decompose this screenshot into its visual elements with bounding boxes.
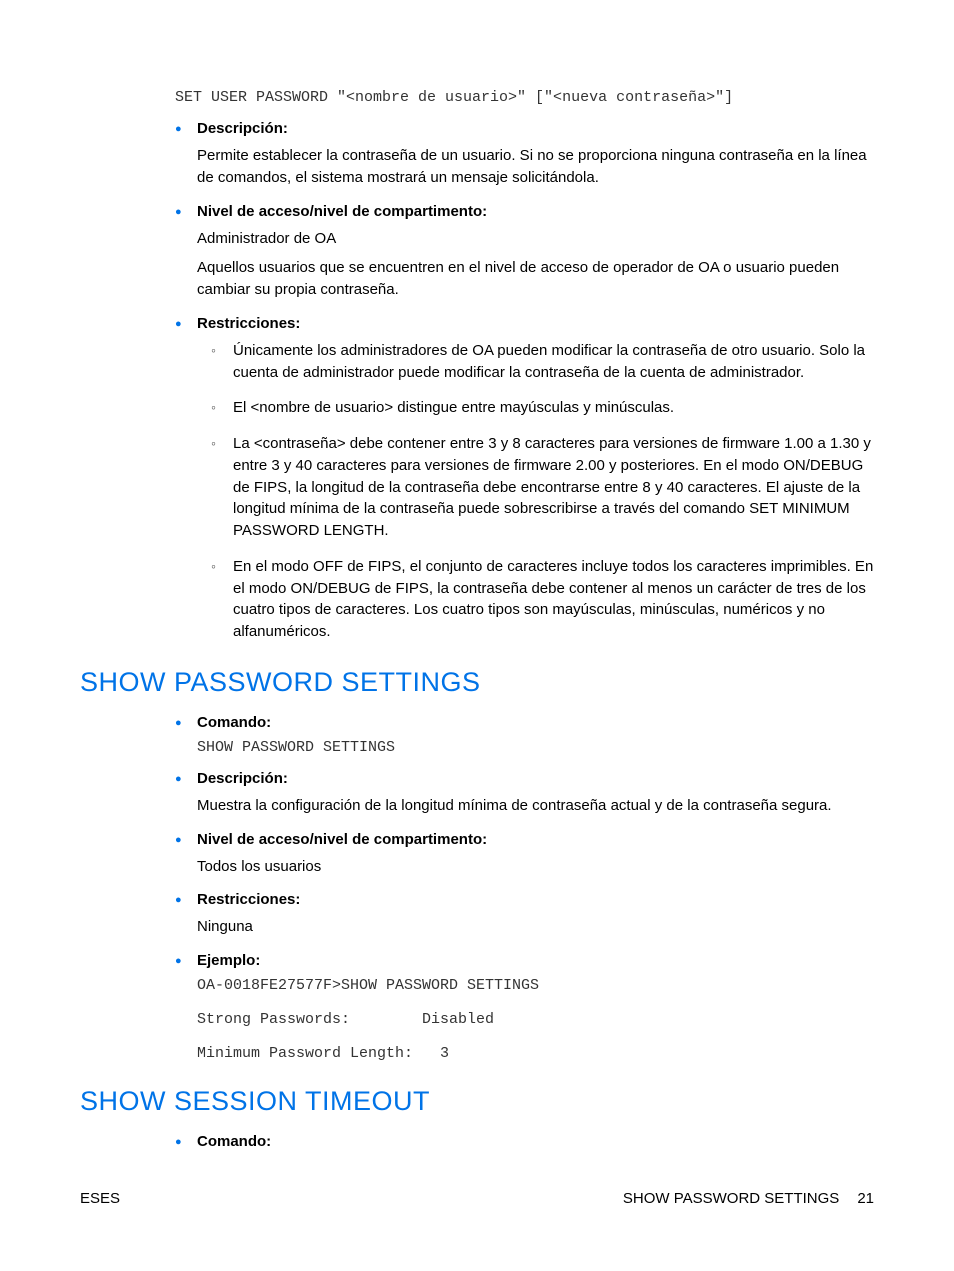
field-label: Descripción:	[197, 770, 874, 787]
field-label: Comando:	[197, 1133, 874, 1150]
code-block: SHOW PASSWORD SETTINGS	[197, 739, 874, 756]
bullet-list: Comando:	[175, 1133, 874, 1150]
list-item: Descripción: Permite establecer la contr…	[175, 120, 874, 189]
list-item: Ejemplo: OA-0018FE27577F>SHOW PASSWORD S…	[175, 952, 874, 1062]
bullet-list: Comando: SHOW PASSWORD SETTINGS Descripc…	[175, 714, 874, 1062]
sub-list-item: La <contraseña> debe contener entre 3 y …	[211, 433, 874, 542]
list-item: Descripción: Muestra la configuración de…	[175, 770, 874, 817]
body-text: Muestra la configuración de la longitud …	[197, 795, 874, 817]
section-heading: SHOW SESSION TIMEOUT	[80, 1086, 874, 1117]
list-item: Comando: SHOW PASSWORD SETTINGS	[175, 714, 874, 756]
field-label: Nivel de acceso/nivel de compartimento:	[197, 203, 874, 220]
field-label: Ejemplo:	[197, 952, 874, 969]
sub-list-item: En el modo OFF de FIPS, el conjunto de c…	[211, 556, 874, 643]
field-label: Nivel de acceso/nivel de compartimento:	[197, 831, 874, 848]
body-text: Todos los usuarios	[197, 856, 874, 878]
section-heading: SHOW PASSWORD SETTINGS	[80, 667, 874, 698]
list-item: Restricciones: Únicamente los administra…	[175, 315, 874, 643]
content-area: SET USER PASSWORD "<nombre de usuario>" …	[175, 89, 874, 1150]
sub-list: Únicamente los administradores de OA pue…	[197, 340, 874, 643]
footer-page-number: 21	[857, 1190, 874, 1207]
footer-right: SHOW PASSWORD SETTINGS 21	[623, 1190, 874, 1207]
field-label: Comando:	[197, 714, 874, 731]
code-block: SET USER PASSWORD "<nombre de usuario>" …	[175, 89, 874, 106]
footer-section: SHOW PASSWORD SETTINGS	[623, 1190, 839, 1207]
page-footer: ESES SHOW PASSWORD SETTINGS 21	[80, 1190, 874, 1207]
field-label: Restricciones:	[197, 891, 874, 908]
body-text: Ninguna	[197, 916, 874, 938]
body-text: Permite establecer la contraseña de un u…	[197, 145, 874, 189]
bullet-list: Descripción: Permite establecer la contr…	[175, 120, 874, 643]
footer-left: ESES	[80, 1190, 120, 1207]
list-item: Restricciones: Ninguna	[175, 891, 874, 938]
body-text: Administrador de OA	[197, 228, 874, 250]
field-label: Descripción:	[197, 120, 874, 137]
sub-list-item: El <nombre de usuario> distingue entre m…	[211, 397, 874, 419]
sub-list-item: Únicamente los administradores de OA pue…	[211, 340, 874, 384]
document-page: SET USER PASSWORD "<nombre de usuario>" …	[0, 0, 954, 1271]
list-item: Comando:	[175, 1133, 874, 1150]
list-item: Nivel de acceso/nivel de compartimento: …	[175, 203, 874, 301]
body-text: Aquellos usuarios que se encuentren en e…	[197, 257, 874, 301]
list-item: Nivel de acceso/nivel de compartimento: …	[175, 831, 874, 878]
field-label: Restricciones:	[197, 315, 874, 332]
code-block: OA-0018FE27577F>SHOW PASSWORD SETTINGS S…	[197, 977, 874, 1062]
